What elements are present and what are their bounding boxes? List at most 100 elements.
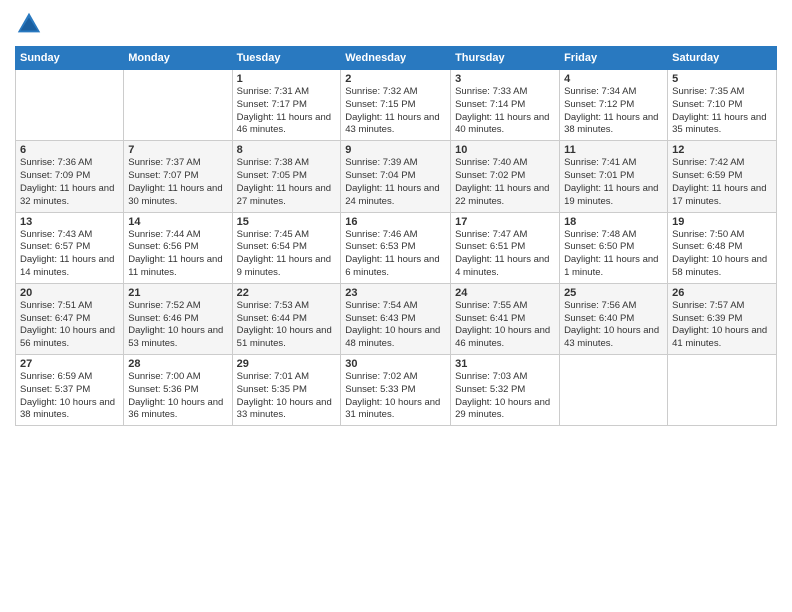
day-info: Sunrise: 7:34 AM Sunset: 7:12 PM Dayligh… xyxy=(564,86,663,137)
calendar-week-row: 27Sunrise: 6:59 AM Sunset: 5:37 PM Dayli… xyxy=(16,355,777,426)
day-info: Sunrise: 7:50 AM Sunset: 6:48 PM Dayligh… xyxy=(672,229,772,280)
day-info: Sunrise: 7:45 AM Sunset: 6:54 PM Dayligh… xyxy=(237,229,337,280)
day-number: 25 xyxy=(564,287,663,299)
table-row: 15Sunrise: 7:45 AM Sunset: 6:54 PM Dayli… xyxy=(232,212,341,283)
day-info: Sunrise: 7:54 AM Sunset: 6:43 PM Dayligh… xyxy=(345,300,446,351)
table-row: 28Sunrise: 7:00 AM Sunset: 5:36 PM Dayli… xyxy=(124,355,232,426)
day-info: Sunrise: 7:33 AM Sunset: 7:14 PM Dayligh… xyxy=(455,86,555,137)
table-row: 27Sunrise: 6:59 AM Sunset: 5:37 PM Dayli… xyxy=(16,355,124,426)
day-number: 4 xyxy=(564,73,663,85)
day-info: Sunrise: 7:38 AM Sunset: 7:05 PM Dayligh… xyxy=(237,157,337,208)
day-info: Sunrise: 7:55 AM Sunset: 6:41 PM Dayligh… xyxy=(455,300,555,351)
table-row: 26Sunrise: 7:57 AM Sunset: 6:39 PM Dayli… xyxy=(668,283,777,354)
day-info: Sunrise: 7:42 AM Sunset: 6:59 PM Dayligh… xyxy=(672,157,772,208)
day-info: Sunrise: 7:00 AM Sunset: 5:36 PM Dayligh… xyxy=(128,371,227,422)
day-info: Sunrise: 7:56 AM Sunset: 6:40 PM Dayligh… xyxy=(564,300,663,351)
day-info: Sunrise: 7:57 AM Sunset: 6:39 PM Dayligh… xyxy=(672,300,772,351)
table-row: 16Sunrise: 7:46 AM Sunset: 6:53 PM Dayli… xyxy=(341,212,451,283)
calendar-week-row: 20Sunrise: 7:51 AM Sunset: 6:47 PM Dayli… xyxy=(16,283,777,354)
table-row: 31Sunrise: 7:03 AM Sunset: 5:32 PM Dayli… xyxy=(451,355,560,426)
day-number: 7 xyxy=(128,144,227,156)
day-info: Sunrise: 7:52 AM Sunset: 6:46 PM Dayligh… xyxy=(128,300,227,351)
table-row: 4Sunrise: 7:34 AM Sunset: 7:12 PM Daylig… xyxy=(560,70,668,141)
col-tuesday: Tuesday xyxy=(232,47,341,70)
day-info: Sunrise: 7:36 AM Sunset: 7:09 PM Dayligh… xyxy=(20,157,119,208)
day-number: 14 xyxy=(128,216,227,228)
day-info: Sunrise: 7:44 AM Sunset: 6:56 PM Dayligh… xyxy=(128,229,227,280)
day-number: 27 xyxy=(20,358,119,370)
col-thursday: Thursday xyxy=(451,47,560,70)
table-row: 21Sunrise: 7:52 AM Sunset: 6:46 PM Dayli… xyxy=(124,283,232,354)
table-row: 3Sunrise: 7:33 AM Sunset: 7:14 PM Daylig… xyxy=(451,70,560,141)
day-number: 10 xyxy=(455,144,555,156)
day-number: 5 xyxy=(672,73,772,85)
table-row: 1Sunrise: 7:31 AM Sunset: 7:17 PM Daylig… xyxy=(232,70,341,141)
day-number: 20 xyxy=(20,287,119,299)
day-info: Sunrise: 7:47 AM Sunset: 6:51 PM Dayligh… xyxy=(455,229,555,280)
table-row xyxy=(560,355,668,426)
day-info: Sunrise: 7:48 AM Sunset: 6:50 PM Dayligh… xyxy=(564,229,663,280)
day-number: 28 xyxy=(128,358,227,370)
day-number: 11 xyxy=(564,144,663,156)
day-number: 31 xyxy=(455,358,555,370)
table-row: 9Sunrise: 7:39 AM Sunset: 7:04 PM Daylig… xyxy=(341,141,451,212)
logo-icon xyxy=(15,10,43,38)
table-row: 23Sunrise: 7:54 AM Sunset: 6:43 PM Dayli… xyxy=(341,283,451,354)
table-row: 20Sunrise: 7:51 AM Sunset: 6:47 PM Dayli… xyxy=(16,283,124,354)
day-info: Sunrise: 7:51 AM Sunset: 6:47 PM Dayligh… xyxy=(20,300,119,351)
day-number: 2 xyxy=(345,73,446,85)
table-row: 30Sunrise: 7:02 AM Sunset: 5:33 PM Dayli… xyxy=(341,355,451,426)
day-number: 29 xyxy=(237,358,337,370)
day-number: 26 xyxy=(672,287,772,299)
logo xyxy=(15,10,47,38)
table-row xyxy=(124,70,232,141)
day-number: 8 xyxy=(237,144,337,156)
table-row: 6Sunrise: 7:36 AM Sunset: 7:09 PM Daylig… xyxy=(16,141,124,212)
day-number: 3 xyxy=(455,73,555,85)
day-number: 30 xyxy=(345,358,446,370)
page: Sunday Monday Tuesday Wednesday Thursday… xyxy=(0,0,792,612)
col-wednesday: Wednesday xyxy=(341,47,451,70)
calendar-week-row: 13Sunrise: 7:43 AM Sunset: 6:57 PM Dayli… xyxy=(16,212,777,283)
table-row xyxy=(16,70,124,141)
day-number: 1 xyxy=(237,73,337,85)
table-row: 5Sunrise: 7:35 AM Sunset: 7:10 PM Daylig… xyxy=(668,70,777,141)
day-number: 24 xyxy=(455,287,555,299)
col-sunday: Sunday xyxy=(16,47,124,70)
day-info: Sunrise: 7:41 AM Sunset: 7:01 PM Dayligh… xyxy=(564,157,663,208)
day-info: Sunrise: 7:03 AM Sunset: 5:32 PM Dayligh… xyxy=(455,371,555,422)
day-number: 6 xyxy=(20,144,119,156)
col-saturday: Saturday xyxy=(668,47,777,70)
day-info: Sunrise: 7:40 AM Sunset: 7:02 PM Dayligh… xyxy=(455,157,555,208)
day-info: Sunrise: 7:01 AM Sunset: 5:35 PM Dayligh… xyxy=(237,371,337,422)
day-number: 18 xyxy=(564,216,663,228)
table-row: 25Sunrise: 7:56 AM Sunset: 6:40 PM Dayli… xyxy=(560,283,668,354)
day-info: Sunrise: 7:32 AM Sunset: 7:15 PM Dayligh… xyxy=(345,86,446,137)
day-info: Sunrise: 7:39 AM Sunset: 7:04 PM Dayligh… xyxy=(345,157,446,208)
table-row: 29Sunrise: 7:01 AM Sunset: 5:35 PM Dayli… xyxy=(232,355,341,426)
table-row: 10Sunrise: 7:40 AM Sunset: 7:02 PM Dayli… xyxy=(451,141,560,212)
day-info: Sunrise: 6:59 AM Sunset: 5:37 PM Dayligh… xyxy=(20,371,119,422)
table-row: 17Sunrise: 7:47 AM Sunset: 6:51 PM Dayli… xyxy=(451,212,560,283)
table-row: 18Sunrise: 7:48 AM Sunset: 6:50 PM Dayli… xyxy=(560,212,668,283)
table-row: 13Sunrise: 7:43 AM Sunset: 6:57 PM Dayli… xyxy=(16,212,124,283)
table-row: 14Sunrise: 7:44 AM Sunset: 6:56 PM Dayli… xyxy=(124,212,232,283)
day-info: Sunrise: 7:37 AM Sunset: 7:07 PM Dayligh… xyxy=(128,157,227,208)
table-row: 12Sunrise: 7:42 AM Sunset: 6:59 PM Dayli… xyxy=(668,141,777,212)
table-row xyxy=(668,355,777,426)
table-row: 24Sunrise: 7:55 AM Sunset: 6:41 PM Dayli… xyxy=(451,283,560,354)
day-number: 22 xyxy=(237,287,337,299)
table-row: 7Sunrise: 7:37 AM Sunset: 7:07 PM Daylig… xyxy=(124,141,232,212)
day-number: 15 xyxy=(237,216,337,228)
day-number: 19 xyxy=(672,216,772,228)
table-row: 2Sunrise: 7:32 AM Sunset: 7:15 PM Daylig… xyxy=(341,70,451,141)
day-info: Sunrise: 7:46 AM Sunset: 6:53 PM Dayligh… xyxy=(345,229,446,280)
table-row: 19Sunrise: 7:50 AM Sunset: 6:48 PM Dayli… xyxy=(668,212,777,283)
day-number: 9 xyxy=(345,144,446,156)
day-number: 13 xyxy=(20,216,119,228)
day-number: 12 xyxy=(672,144,772,156)
calendar-week-row: 1Sunrise: 7:31 AM Sunset: 7:17 PM Daylig… xyxy=(16,70,777,141)
day-number: 17 xyxy=(455,216,555,228)
calendar: Sunday Monday Tuesday Wednesday Thursday… xyxy=(15,46,777,426)
day-info: Sunrise: 7:31 AM Sunset: 7:17 PM Dayligh… xyxy=(237,86,337,137)
